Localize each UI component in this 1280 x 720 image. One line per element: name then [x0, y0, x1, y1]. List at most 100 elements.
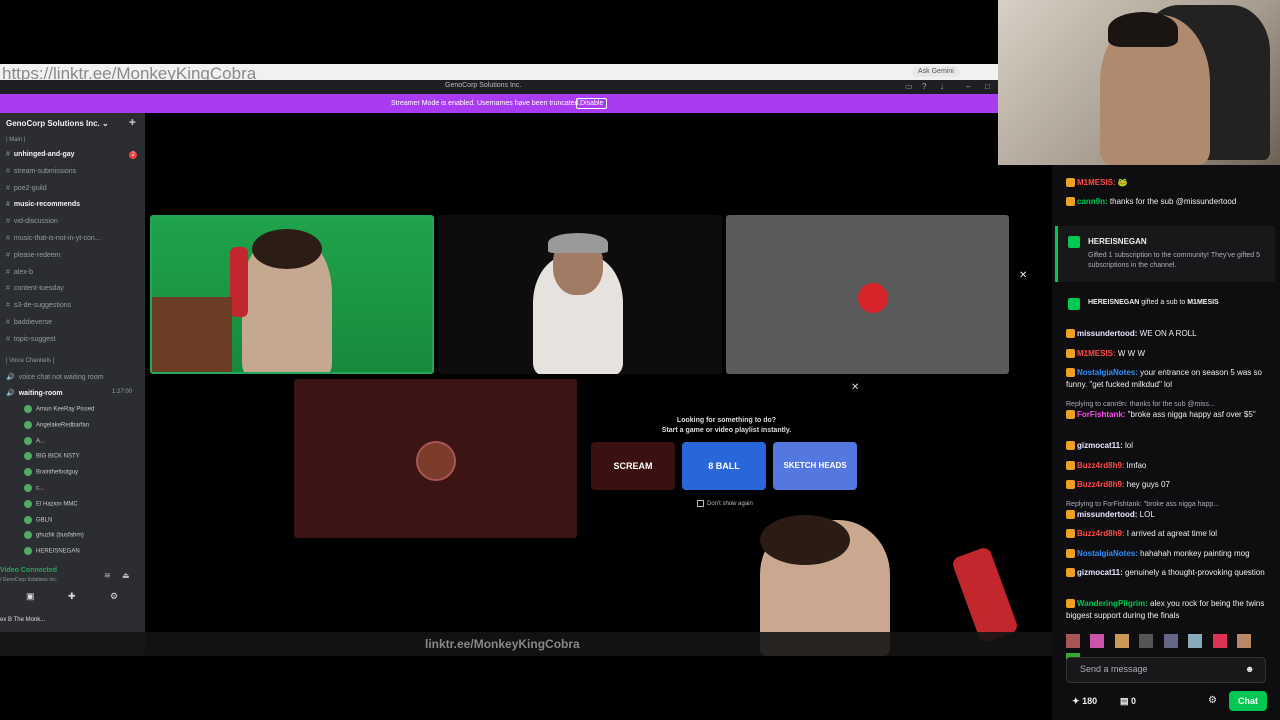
screenshare-icon[interactable]: ⚙ [110, 591, 118, 602]
ask-gemini-button[interactable]: Ask Gemini [912, 66, 960, 77]
disable-button[interactable]: Disable [576, 98, 608, 109]
add-member-icon[interactable]: ✚ [129, 118, 136, 127]
emote-icon[interactable] [1066, 634, 1080, 648]
video-tile-2[interactable] [438, 215, 722, 374]
sidebar-channel[interactable]: # baddieverse [6, 319, 52, 326]
server-name[interactable]: GenoCorp Solutions Inc. ⌄ [6, 119, 109, 128]
voice-user[interactable]: AngelakeRedbarfan [24, 420, 89, 429]
voice-user[interactable]: c... [24, 484, 44, 492]
voice-user[interactable]: Amun KeeRay Pissed [24, 405, 94, 413]
sidebar-channel[interactable]: # s3-de-suggestions [6, 302, 71, 309]
sidebar-channel[interactable]: # content-tuesday [6, 285, 64, 292]
maximize-icon[interactable]: □ [985, 82, 990, 91]
sub-badge-icon [1066, 349, 1075, 359]
activity-icon[interactable]: ✚ [68, 591, 76, 602]
chat-username[interactable]: WanderingPilgrim: [1077, 599, 1148, 608]
chat-username[interactable]: Buzz4rd8h9: [1077, 480, 1125, 489]
voice-user[interactable]: GBLN [24, 515, 52, 524]
chat-username[interactable]: missundertood: [1077, 510, 1137, 519]
voice-user[interactable]: A... [24, 436, 45, 445]
chat-text: hahahah monkey painting mog [1137, 549, 1250, 558]
voice-user[interactable]: ghuzlik (busfahrn) [24, 531, 84, 540]
chat-username[interactable]: ForFishtank: [1077, 410, 1125, 419]
channel-label: unhinged-and-gay [13, 151, 75, 158]
hash-icon: # [6, 201, 10, 209]
chat-username[interactable]: NostalgiaNotes: [1077, 549, 1138, 558]
checkbox-box[interactable] [697, 500, 704, 507]
chat-message: M1MESIS: W W W [1066, 348, 1270, 360]
camera-icon[interactable]: ▣ [26, 591, 38, 603]
minimize-icon[interactable]: – [966, 82, 970, 91]
emote-icon[interactable] [1212, 634, 1227, 648]
hash-icon: # [6, 319, 10, 326]
emote-picker-icon[interactable]: ☻ [1245, 664, 1254, 674]
chat-username[interactable]: M1MESIS: [1077, 178, 1116, 187]
sidebar-channel[interactable]: # please-redeem [6, 252, 61, 259]
voice-user[interactable]: El Hazion MMC [24, 499, 78, 508]
channel-label: please-redeem [13, 251, 61, 259]
chat-message: M1MESIS: 🐸 [1066, 177, 1270, 189]
chat-message: gizmocat11: genuinely a thought-provokin… [1066, 567, 1270, 579]
drops-counter[interactable]: ▤ 0 [1120, 696, 1136, 707]
voice-channel-waiting-room[interactable]: 🔊 waiting-room [6, 389, 63, 397]
avatar [24, 499, 32, 508]
sidebar-channel[interactable]: # vid-discussion [6, 218, 58, 225]
emote-icon[interactable] [1139, 634, 1154, 648]
video-tile-4[interactable] [294, 379, 577, 538]
sub-badge-icon [1066, 441, 1075, 451]
channel-points[interactable]: ✦ 180 [1072, 696, 1097, 707]
chat-send-button[interactable]: Chat [1229, 691, 1267, 711]
chat-username[interactable]: Buzz4rd8h9: [1077, 529, 1125, 538]
sub-badge-icon [1066, 368, 1075, 378]
help-icon[interactable]: ? [922, 82, 926, 91]
sidebar-channel[interactable]: # music-that-is-not-in-yt-con... [6, 235, 101, 242]
sidebar-channel[interactable]: # music-recommends [6, 201, 80, 208]
voice-user[interactable]: HEREISNEGAN [24, 547, 80, 556]
video-tile-3[interactable] [726, 215, 1009, 374]
video-tile-1[interactable] [150, 215, 434, 374]
emote-icon[interactable] [1163, 634, 1178, 648]
sidebar-channel[interactable]: # stream-submissions [6, 168, 76, 175]
sidebar-channel[interactable]: # topic-suggest [6, 336, 56, 343]
sidebar-channel[interactable]: # alex-b [6, 269, 33, 276]
emote-strip[interactable] [1066, 634, 1274, 667]
chat-username[interactable]: missundertood: [1077, 329, 1137, 338]
emote-icon[interactable] [1114, 634, 1129, 648]
channel-label: music-recommends [13, 201, 81, 209]
chevron-down-icon: ⌄ [102, 119, 109, 128]
chat-username[interactable]: NostalgiaNotes: [1077, 368, 1138, 377]
voice-channel-general[interactable]: 🔊 voice chat not waiting room [6, 373, 104, 381]
chat-username[interactable]: Buzz4rd8h9: [1077, 461, 1125, 470]
emote-icon[interactable] [1188, 634, 1203, 648]
game-sketch-heads[interactable]: SKETCH HEADS [773, 442, 857, 490]
speaker-icon: 🔊 [6, 390, 15, 397]
chat-username[interactable]: gizmocat11: [1077, 441, 1123, 450]
chat-username[interactable]: gizmocat11: [1077, 568, 1123, 577]
sidebar-channel[interactable]: # poe2-guild [6, 185, 47, 192]
cap-image [548, 233, 608, 253]
chat-username[interactable]: cann9n: [1077, 197, 1108, 206]
gift-line: HEREISNEGAN gifted a sub to M1MESIS [1088, 299, 1219, 306]
emote-icon[interactable] [1090, 634, 1105, 648]
game-8-ball[interactable]: 8 BALL [682, 442, 766, 490]
chat-text: W W W [1115, 349, 1145, 358]
noise-suppression-icon[interactable]: ≋ [104, 571, 111, 580]
voice-user[interactable]: Brainthefootguy [24, 468, 79, 477]
chat-text: WE ON A ROLL [1137, 329, 1197, 338]
sidebar-channel[interactable]: # unhinged-and-gay [6, 151, 75, 158]
close-icon[interactable]: ✕ [1019, 270, 1027, 281]
close-icon[interactable]: ✕ [851, 382, 859, 393]
game-scream[interactable]: SCREAM [591, 442, 675, 490]
chat-message: Buzz4rd8h9: lmfao [1066, 460, 1270, 472]
disconnect-icon[interactable]: ⏏ [122, 571, 130, 580]
chat-username[interactable]: M1MESIS: [1077, 349, 1116, 358]
voice-user[interactable]: BIG BICK NSTY [24, 452, 80, 461]
channel-label: baddieverse [13, 319, 53, 326]
download-icon[interactable]: ↓ [940, 82, 944, 91]
voice-user-name: BIG BICK NSTY [36, 453, 80, 460]
gear-icon[interactable]: ⚙ [1208, 695, 1217, 706]
dont-show-again-checkbox[interactable]: Don't show again [697, 500, 753, 507]
inbox-icon[interactable]: ▭ [905, 82, 913, 91]
voice-user-name: Brainthefootguy [36, 469, 79, 476]
emote-icon[interactable] [1237, 634, 1252, 648]
